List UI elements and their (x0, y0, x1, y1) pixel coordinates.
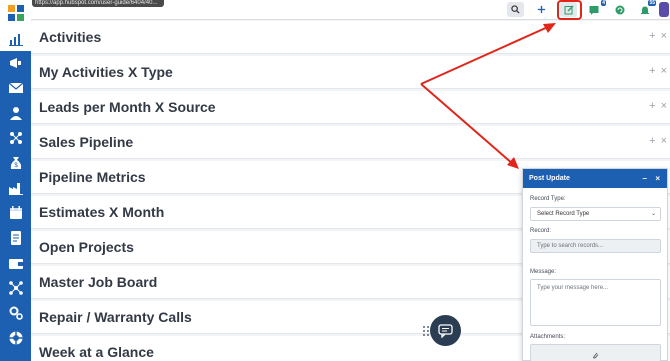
record-type-select[interactable]: Select Record Type ⌄ (530, 207, 661, 221)
message-textarea[interactable]: Type your message here... (530, 279, 661, 326)
record-type-value: Select Record Type (537, 211, 590, 217)
sidebar-item-settings[interactable] (0, 300, 31, 325)
status-bar-url: https://app.hubspot.com/user-guide/6404/… (32, 0, 164, 7)
row-title: Repair / Warranty Calls (39, 309, 192, 325)
search-icon (511, 5, 520, 14)
attachments-dropzone[interactable] (530, 344, 661, 361)
network-icon (9, 131, 22, 144)
app-logo[interactable] (0, 0, 31, 26)
calendar-icon (9, 205, 22, 219)
post-update-title: Post Update (529, 175, 570, 182)
paperclip-icon (593, 352, 599, 359)
row-title: Pipeline Metrics (39, 169, 146, 185)
wallet-icon (8, 258, 23, 269)
row-title: Activities (39, 29, 102, 45)
chat-launcher-button[interactable] (430, 315, 461, 346)
row-title: Open Projects (39, 239, 134, 255)
search-button[interactable] (507, 2, 524, 17)
row-title: Sales Pipeline (39, 134, 134, 150)
activity-button[interactable] (611, 2, 628, 17)
attachments-label: Attachments: (530, 334, 566, 340)
sidebar-item-production[interactable] (0, 175, 31, 200)
notifications-badge: 55 (648, 0, 656, 6)
dashboard-row[interactable]: My Activities X Type + × (31, 56, 670, 89)
row-controls[interactable]: + × (649, 65, 668, 77)
settings-icon (9, 306, 23, 320)
row-title: Week at a Glance (39, 344, 154, 360)
sidebar-item-email[interactable] (0, 75, 31, 100)
row-controls[interactable]: + × (649, 135, 668, 147)
messages-badge: 4 (601, 0, 606, 6)
minimize-button[interactable]: – (643, 169, 647, 188)
chart-icon (8, 33, 23, 46)
dashboard-row[interactable]: Leads per Month X Source + × (31, 91, 670, 124)
dashboard-row[interactable]: Sales Pipeline + × (31, 126, 670, 159)
app-root: $ https://app.hubspot.com/user-guide/640… (0, 0, 670, 361)
annotation-highlight-box (557, 0, 582, 20)
sidebar-item-support[interactable] (0, 325, 31, 350)
record-label: Record: (530, 228, 552, 234)
plus-icon (537, 5, 546, 14)
messages-button[interactable]: 4 (586, 0, 606, 17)
post-update-header: Post Update – × (523, 169, 667, 188)
sidebar-item-wallet[interactable] (0, 250, 31, 275)
bell-icon (640, 6, 649, 14)
add-button[interactable] (533, 2, 550, 17)
row-controls[interactable]: + × (649, 30, 668, 42)
chat-icon (589, 5, 598, 15)
sidebar-item-hierarchy[interactable] (0, 275, 31, 300)
sidebar-item-documents[interactable] (0, 225, 31, 250)
row-title: My Activities X Type (39, 64, 173, 80)
close-button[interactable]: × (655, 169, 660, 188)
support-icon (9, 331, 22, 344)
record-type-label: Record Type: (530, 196, 566, 202)
sidebar-item-network[interactable] (0, 125, 31, 150)
document-icon (10, 230, 21, 245)
hierarchy-icon (8, 280, 23, 295)
row-title: Master Job Board (39, 274, 158, 290)
logo-icon (7, 5, 24, 21)
sidebar-item-dashboard[interactable] (0, 26, 31, 51)
dashboard-row[interactable]: Activities + × (31, 21, 670, 54)
user-avatar[interactable] (659, 2, 669, 17)
post-update-panel: Post Update – × Record Type: Select Reco… (522, 168, 668, 361)
factory-icon (8, 182, 23, 195)
drag-handle-icon[interactable] (422, 325, 430, 337)
chat-bubble-icon (438, 323, 453, 338)
row-controls[interactable]: + × (649, 100, 668, 112)
notifications-button[interactable]: 55 (636, 0, 656, 17)
sidebar-item-contacts[interactable] (0, 100, 31, 125)
sidebar: $ (0, 0, 31, 361)
message-label: Message: (530, 269, 557, 275)
row-title: Estimates X Month (39, 204, 165, 220)
mail-icon (8, 82, 23, 93)
refresh-icon (615, 5, 624, 14)
row-title: Leads per Month X Source (39, 99, 216, 115)
sidebar-item-marketing[interactable] (0, 50, 31, 75)
sidebar-item-finance[interactable]: $ (0, 150, 31, 175)
megaphone-icon (9, 57, 21, 68)
record-search-input[interactable]: Type to search records... (530, 239, 661, 253)
chevron-down-icon: ⌄ (650, 211, 656, 217)
money-bag-icon: $ (10, 156, 21, 169)
sidebar-item-calendar[interactable] (0, 200, 31, 225)
person-icon (9, 106, 22, 120)
